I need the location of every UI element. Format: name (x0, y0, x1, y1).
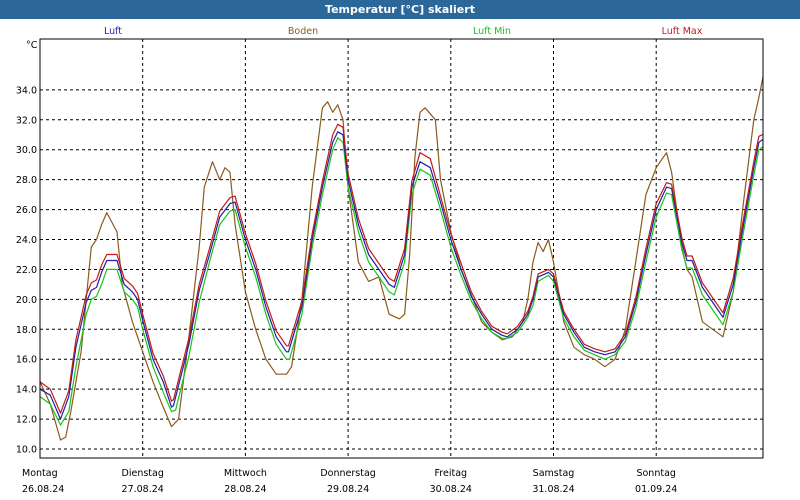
x-tick-day: Freitag (435, 468, 468, 479)
series-lines (40, 73, 763, 441)
x-tick-date: 29.08.24 (327, 484, 369, 495)
chart-window: Temperatur [°C] skaliert 10.0 12.0 14.0 16.… (0, 0, 800, 500)
y-tick-label: 22.0 (16, 265, 37, 276)
x-tick-day: Sonntag (636, 468, 675, 479)
x-tick-date: 26.08.24 (22, 484, 64, 495)
y-tick-label: 32.0 (16, 115, 37, 126)
x-tick-date: 27.08.24 (122, 484, 164, 495)
x-tick-date: 01.09.24 (635, 484, 677, 495)
x-tick-date: 28.08.24 (224, 484, 266, 495)
legend: Luft Boden Luft Min Luft Max (104, 26, 703, 37)
x-tick-date: 30.08.24 (430, 484, 472, 495)
grid (40, 39, 763, 458)
plot-border (39, 38, 764, 459)
y-tick-label: 28.0 (16, 175, 37, 186)
temperature-chart: 10.0 12.0 14.0 16.0 18.0 20.0 22.0 24.0 26.0 28.0… (16, 26, 764, 495)
legend-luft: Luft (104, 26, 122, 37)
legend-luft-min: Luft Min (473, 26, 511, 37)
series-line-luft (40, 131, 763, 420)
y-tick-label: 24.0 (16, 235, 37, 246)
legend-boden: Boden (288, 26, 318, 37)
y-tick-label: 16.0 (16, 355, 37, 366)
x-tick-day: Donnerstag (320, 468, 375, 479)
x-tick-day: Montag (22, 468, 58, 479)
legend-luft-max: Luft Max (662, 26, 703, 37)
y-tick-label: 34.0 (16, 85, 37, 96)
y-tick-label: 14.0 (16, 385, 37, 396)
y-tick-label: 12.0 (16, 415, 37, 426)
y-tick-label: 10.0 (16, 445, 37, 456)
x-tick-date: 31.08.24 (532, 484, 574, 495)
y-tick-label: 18.0 (16, 325, 37, 336)
y-axis-ticks: 10.0 12.0 14.0 16.0 18.0 20.0 22.0 24.0 26.0 28.0… (16, 85, 37, 455)
x-axis-ticks: Montag 26.08.24 Dienstag 27.08.24 Mittwoch 28… (22, 468, 677, 495)
x-tick-day: Samstag (533, 468, 575, 479)
x-tick-day: Mittwoch (224, 468, 267, 479)
y-axis-label: °C (26, 40, 38, 51)
x-tick-day: Dienstag (122, 468, 164, 479)
series-line-luft-min (40, 137, 763, 426)
y-tick-label: 26.0 (16, 205, 37, 216)
y-tick-label: 30.0 (16, 145, 37, 156)
y-tick-label: 20.0 (16, 295, 37, 306)
